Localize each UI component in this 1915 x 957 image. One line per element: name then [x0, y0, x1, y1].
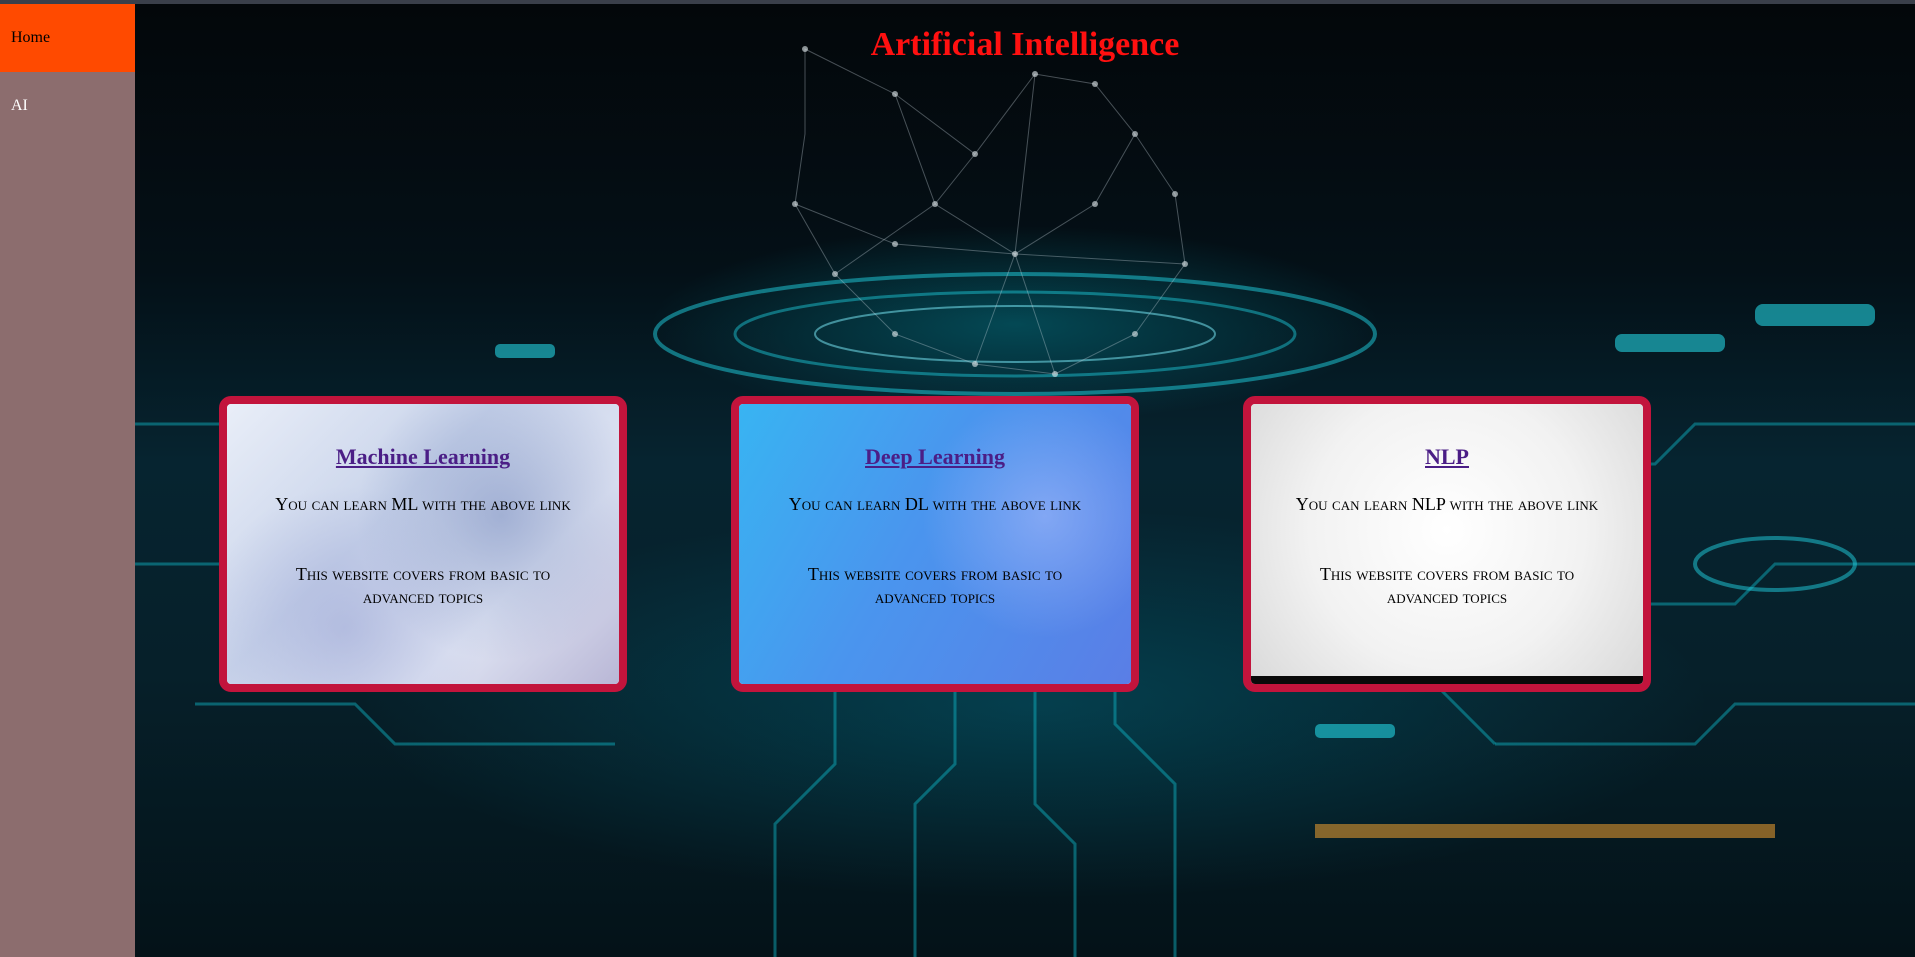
window-top-border — [0, 0, 1915, 4]
card-machine-learning: Machine Learning You can learn ML with t… — [219, 396, 627, 692]
card-description: You can learn ML with the above link — [275, 494, 571, 514]
card-description: You can learn DL with the above link — [788, 494, 1082, 514]
main-content: Artificial Intelligence Machine Learning… — [135, 4, 1915, 957]
nlp-link[interactable]: NLP — [1425, 444, 1469, 470]
sidebar: Home AI — [0, 4, 135, 957]
sidebar-item-home[interactable]: Home — [0, 4, 135, 72]
card-note: This website covers from basic to advanc… — [295, 564, 551, 607]
card-nlp: NLP You can learn NLP with the above lin… — [1243, 396, 1651, 692]
deep-learning-link[interactable]: Deep Learning — [865, 444, 1005, 470]
card-bottom-strip — [1251, 676, 1643, 684]
card-note: This website covers from basic to advanc… — [807, 564, 1063, 607]
page-title: Artificial Intelligence — [870, 26, 1180, 63]
machine-learning-link[interactable]: Machine Learning — [336, 444, 510, 470]
card-description: You can learn NLP with the above link — [1295, 494, 1599, 514]
sidebar-item-ai[interactable]: AI — [0, 72, 135, 140]
card-deep-learning: Deep Learning You can learn DL with the … — [731, 396, 1139, 692]
card-note: This website covers from basic to advanc… — [1319, 564, 1575, 607]
